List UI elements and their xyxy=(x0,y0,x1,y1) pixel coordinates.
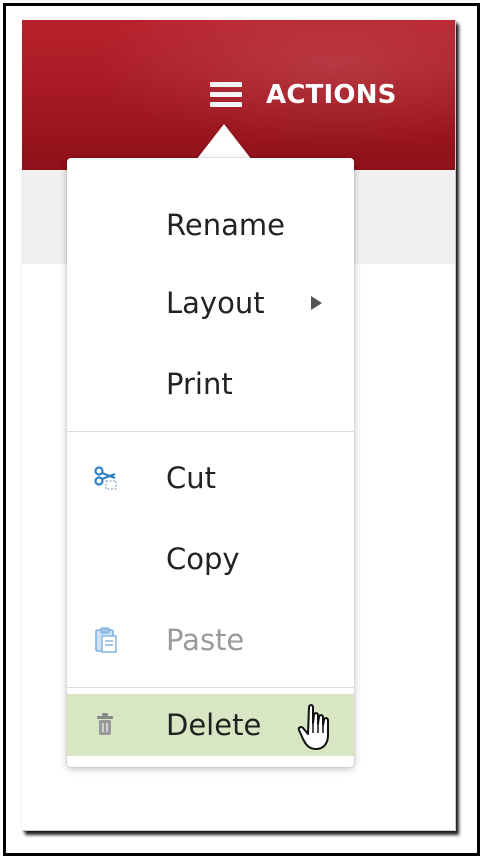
menu-item-layout[interactable]: Layout xyxy=(67,272,354,334)
screenshot-frame: ACTIONS Rename Layout Print Cut Copy Pas… xyxy=(3,3,480,856)
menu-item-label: Copy xyxy=(166,542,240,576)
menu-item-cut[interactable]: Cut xyxy=(67,447,354,509)
menu-item-print[interactable]: Print xyxy=(67,353,354,415)
clipboard-icon xyxy=(93,626,119,654)
hand-pointer-icon xyxy=(296,703,336,755)
actions-button[interactable]: ACTIONS xyxy=(210,75,397,115)
actions-label: ACTIONS xyxy=(266,80,397,110)
menu-item-label: Rename xyxy=(166,208,285,242)
menu-item-label: Cut xyxy=(166,461,216,495)
menu-divider xyxy=(67,687,354,688)
menu-item-label: Paste xyxy=(166,623,245,657)
actions-menu: Rename Layout Print Cut Copy Paste Delet… xyxy=(67,158,354,767)
menu-pointer xyxy=(196,124,252,160)
scissors-icon xyxy=(93,464,119,492)
menu-divider xyxy=(67,431,354,432)
triangle-right-icon xyxy=(311,296,322,310)
menu-item-rename[interactable]: Rename xyxy=(67,194,354,256)
menu-item-copy[interactable]: Copy xyxy=(67,528,354,590)
menu-item-paste[interactable]: Paste xyxy=(67,609,354,671)
trash-icon xyxy=(93,711,119,739)
menu-item-label: Layout xyxy=(166,286,265,320)
hamburger-icon xyxy=(210,82,242,108)
menu-item-label: Delete xyxy=(166,708,262,742)
menu-item-label: Print xyxy=(166,367,233,401)
